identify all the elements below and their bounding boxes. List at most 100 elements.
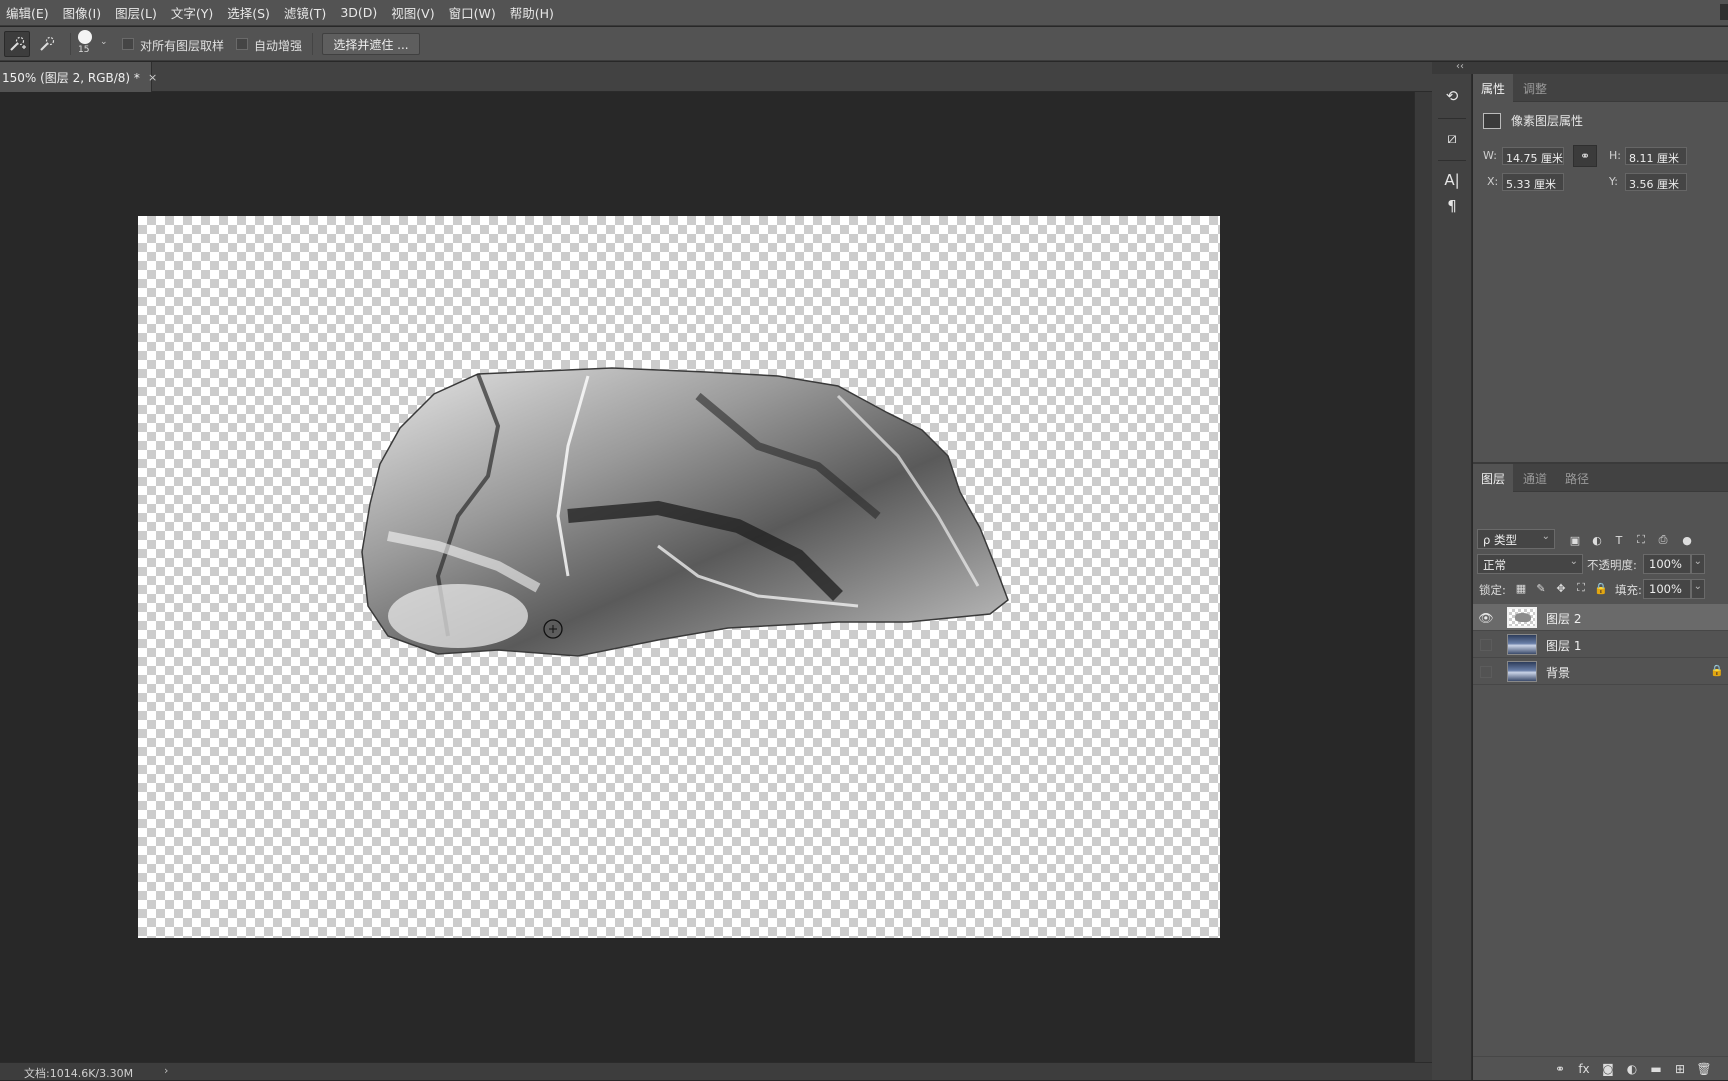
brush-settings-icon[interactable]: ⧄ [1432, 124, 1472, 152]
chevron-down-icon: ⌄ [1541, 531, 1550, 542]
filter-smart-object-icon[interactable]: ⎙ [1655, 532, 1671, 548]
chevron-down-icon[interactable]: ⌄ [100, 37, 108, 47]
document-canvas[interactable] [138, 216, 1220, 938]
y-field[interactable]: 3.56 厘米 [1625, 173, 1687, 191]
add-mask-icon[interactable]: ◙ [1599, 1061, 1617, 1077]
menu-layer[interactable]: 图层(L) [115, 3, 165, 22]
properties-header: 像素图层属性 [1483, 112, 1583, 129]
opacity-label: 不透明度: [1587, 558, 1637, 572]
tab-paths[interactable]: 路径 [1557, 464, 1597, 492]
separator [1438, 160, 1466, 161]
eye-icon[interactable]: 👁 [1475, 604, 1497, 631]
auto-enhance-checkbox[interactable] [236, 38, 248, 50]
x-field[interactable]: 5.33 厘米 [1502, 173, 1564, 191]
link-icon[interactable]: ⚭ [1573, 145, 1597, 167]
quick-select-add-icon[interactable] [4, 31, 30, 57]
lock-transparent-pixels-icon[interactable]: ▦ [1513, 580, 1529, 596]
document-tab-title: 150% (图层 2, RGB/8) * [2, 70, 140, 85]
filter-toggle-icon[interactable]: ● [1679, 532, 1695, 548]
panel-icon-dock: ⟲ ⧄ A| ¶ [1432, 74, 1472, 1080]
quick-select-subtract-icon[interactable] [34, 31, 60, 57]
select-and-mask-button[interactable]: 选择并遮住 ... [322, 33, 420, 55]
collapse-arrows-icon[interactable]: ‹‹ [1456, 61, 1464, 72]
layer-row[interactable]: 图层 1 [1473, 631, 1728, 658]
menu-select[interactable]: 选择(S) [227, 3, 278, 22]
history-icon[interactable]: ⟲ [1432, 82, 1472, 110]
filter-pixel-icon[interactable]: ▣ [1567, 532, 1583, 548]
width-field[interactable]: 14.75 厘米 [1502, 147, 1564, 165]
layer-name: 图层 1 [1546, 639, 1582, 653]
trash-icon[interactable]: 🗑 [1695, 1061, 1713, 1077]
lock-label: 锁定: [1479, 583, 1506, 597]
pixel-layer-icon [1483, 112, 1501, 129]
lock-position-icon[interactable]: ✥ [1553, 580, 1569, 596]
new-layer-icon[interactable]: ⊞ [1671, 1061, 1689, 1077]
separator [1438, 118, 1466, 119]
opacity-dropdown[interactable]: ⌄ [1691, 554, 1705, 574]
visibility-toggle[interactable] [1475, 658, 1497, 685]
tab-adjustments[interactable]: 调整 [1515, 74, 1555, 102]
layers-footer: ⚭ fx ◙ ◐ ▬ ⊞ 🗑 [1473, 1056, 1728, 1080]
menu-type[interactable]: 文字(Y) [171, 3, 221, 22]
layer-filter-value: ρ 类型 [1483, 533, 1517, 547]
layer-row[interactable]: 👁 图层 2 [1473, 604, 1728, 631]
menu-filter[interactable]: 滤镜(T) [284, 3, 334, 22]
fill-field[interactable]: 100% [1643, 579, 1691, 599]
layer-filter-select[interactable]: ρ 类型 ⌄ [1477, 529, 1555, 549]
menu-window[interactable]: 窗口(W) [449, 3, 504, 22]
properties-panel-tabs: 属性 调整 [1473, 74, 1728, 102]
window-control[interactable] [1720, 4, 1728, 20]
lock-all-icon[interactable]: 🔒 [1593, 580, 1609, 596]
status-bar: 文档:1014.6K/3.30M › [0, 1062, 1432, 1080]
character-icon[interactable]: A| [1432, 166, 1472, 194]
ice-cube-layer [361, 367, 1009, 657]
right-panels: 属性 调整 像素图层属性 W: 14.75 厘米 ⚭ H: 8.11 厘米 X:… [1473, 74, 1728, 1080]
fx-icon[interactable]: fx [1575, 1061, 1593, 1077]
properties-header-label: 像素图层属性 [1511, 114, 1584, 128]
adjustment-layer-icon[interactable]: ◐ [1623, 1061, 1641, 1077]
blend-mode-select[interactable]: 正常 ⌄ [1477, 554, 1583, 574]
document-tab[interactable]: 150% (图层 2, RGB/8) * × [0, 62, 157, 92]
x-label: X: [1487, 175, 1499, 188]
y-label: Y: [1609, 175, 1618, 188]
brush-size: 15 [78, 45, 90, 55]
lock-artboard-icon[interactable]: ⛶ [1573, 580, 1589, 596]
layer-name: 图层 2 [1546, 612, 1582, 626]
status-menu-arrow-icon[interactable]: › [164, 1064, 168, 1077]
separator [312, 33, 313, 55]
chevron-down-icon: ⌄ [1693, 556, 1702, 567]
vertical-scrollbar[interactable] [1414, 92, 1432, 1062]
width-label: W: [1483, 149, 1497, 162]
layer-name: 背景 [1546, 666, 1571, 680]
visibility-toggle[interactable] [1475, 631, 1497, 658]
menu-bar: 编辑(E) 图像(I) 图层(L) 文字(Y) 选择(S) 滤镜(T) 3D(D… [0, 0, 1728, 26]
menu-image[interactable]: 图像(I) [63, 3, 109, 22]
options-bar: 15 ⌄ 对所有图层取样 自动增强 选择并遮住 ... [0, 27, 1728, 61]
document-tab-bar: 150% (图层 2, RGB/8) * × [0, 62, 1432, 92]
filter-adjustment-icon[interactable]: ◐ [1589, 532, 1605, 548]
sample-all-layers-checkbox[interactable] [122, 38, 134, 50]
fill-dropdown[interactable]: ⌄ [1691, 579, 1705, 599]
lock-image-pixels-icon[interactable]: ✎ [1533, 580, 1549, 596]
new-group-icon[interactable]: ▬ [1647, 1061, 1665, 1077]
panel-collapse-bar[interactable] [1432, 62, 1728, 74]
menu-help[interactable]: 帮助(H) [510, 3, 562, 22]
layer-row[interactable]: 背景 🔒 [1473, 658, 1728, 685]
tab-channels[interactable]: 通道 [1515, 464, 1555, 492]
menu-3d[interactable]: 3D(D) [340, 5, 385, 20]
menu-edit[interactable]: 编辑(E) [6, 3, 57, 22]
filter-shape-icon[interactable]: ⛶ [1633, 532, 1649, 548]
brush-preview-icon[interactable] [78, 30, 92, 44]
filter-type-icon[interactable]: T [1611, 532, 1627, 548]
blend-mode-value: 正常 [1483, 558, 1506, 572]
sample-all-layers-label: 对所有图层取样 [140, 39, 225, 53]
opacity-field[interactable]: 100% [1643, 554, 1691, 574]
menu-view[interactable]: 视图(V) [391, 3, 442, 22]
height-field[interactable]: 8.11 厘米 [1625, 147, 1687, 165]
close-icon[interactable]: × [148, 71, 157, 84]
paragraph-icon[interactable]: ¶ [1432, 192, 1472, 220]
tab-layers[interactable]: 图层 [1473, 464, 1514, 492]
tab-properties[interactable]: 属性 [1473, 74, 1514, 102]
link-layers-icon[interactable]: ⚭ [1551, 1061, 1569, 1077]
height-label: H: [1609, 149, 1621, 162]
